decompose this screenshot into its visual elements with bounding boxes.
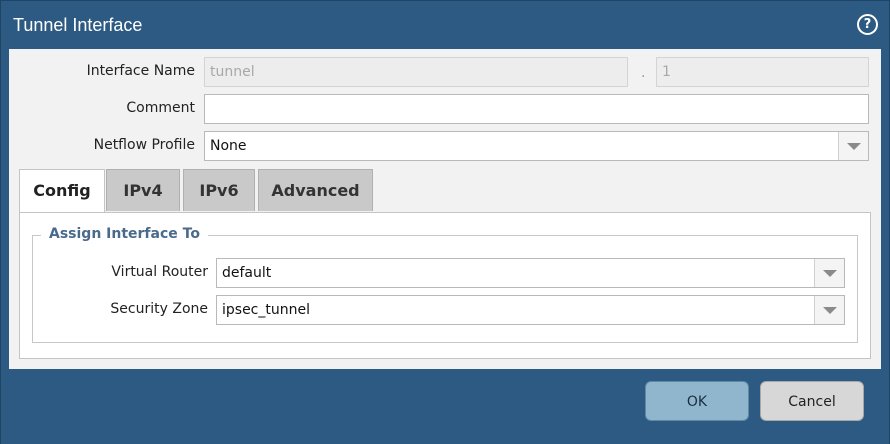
security-zone-select[interactable]: ipsec_tunnel — [216, 295, 845, 325]
interface-name-label: Interface Name — [86, 63, 195, 79]
help-icon[interactable]: ? — [857, 14, 878, 35]
dialog-titlebar: Tunnel Interface ? — [1, 1, 889, 49]
comment-label: Comment — [126, 100, 195, 116]
netflow-profile-value: None — [210, 138, 247, 154]
virtual-router-value: default — [222, 265, 272, 281]
interface-name-input[interactable]: tunnel — [204, 57, 628, 87]
tab-config[interactable]: Config — [19, 169, 105, 213]
netflow-profile-select[interactable]: None — [204, 131, 869, 161]
chevron-down-icon[interactable] — [814, 259, 844, 287]
interface-name-separator: . — [641, 65, 646, 81]
tab-advanced[interactable]: Advanced — [258, 169, 373, 211]
dialog-body: Interface Name tunnel . 1 Comment Netflo… — [9, 49, 881, 369]
ok-button[interactable]: OK — [645, 381, 749, 421]
assign-interface-fieldset: Assign Interface To Virtual Router defau… — [32, 226, 858, 343]
chevron-down-icon[interactable] — [838, 132, 868, 160]
assign-interface-legend: Assign Interface To — [41, 226, 208, 242]
interface-unit-input[interactable]: 1 — [656, 57, 869, 87]
security-zone-label: Security Zone — [110, 301, 208, 317]
security-zone-value: ipsec_tunnel — [222, 302, 310, 318]
help-glyph: ? — [859, 16, 876, 33]
comment-input[interactable] — [204, 94, 869, 124]
config-tab-panel: Assign Interface To Virtual Router defau… — [19, 212, 871, 359]
tab-ipv6[interactable]: IPv6 — [183, 169, 255, 211]
tunnel-interface-dialog: Tunnel Interface ? Interface Name tunnel… — [0, 0, 890, 444]
dialog-footer: OK Cancel — [1, 369, 889, 444]
netflow-profile-label: Netflow Profile — [93, 137, 195, 153]
chevron-down-icon[interactable] — [814, 296, 844, 324]
dialog-title: Tunnel Interface — [13, 15, 143, 35]
virtual-router-label: Virtual Router — [111, 264, 208, 280]
cancel-button[interactable]: Cancel — [760, 381, 864, 421]
tab-ipv4[interactable]: IPv4 — [106, 169, 180, 211]
virtual-router-select[interactable]: default — [216, 258, 845, 288]
